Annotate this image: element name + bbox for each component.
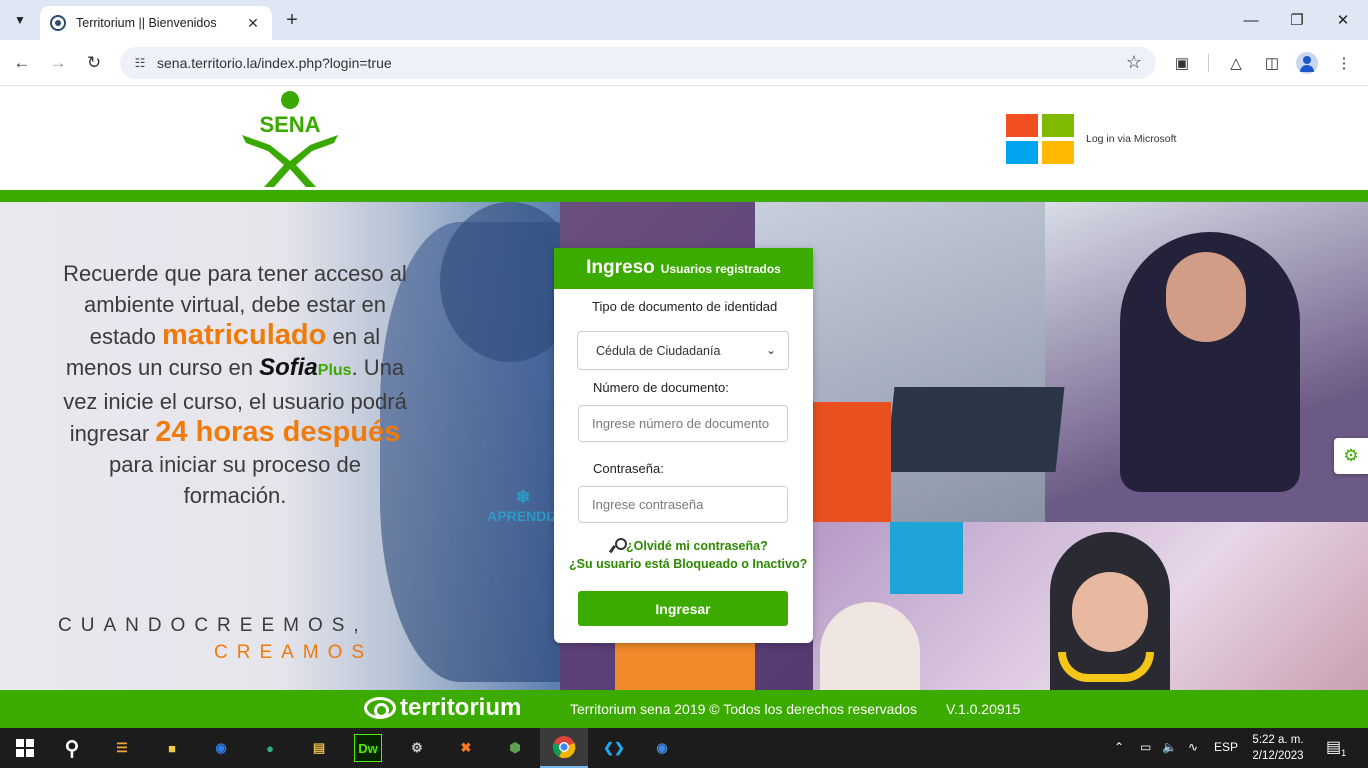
blocked-user-link[interactable]: ¿Su usuario está Bloqueado o Inactivo? — [569, 557, 807, 571]
notifications-icon[interactable]: ▤1 — [1326, 737, 1346, 758]
password-label: Contraseña: — [593, 461, 664, 476]
territorium-eye-icon — [364, 697, 396, 719]
browser-tab[interactable]: Territorium || Bienvenidos ✕ — [40, 6, 272, 40]
doc-number-input[interactable] — [578, 405, 788, 442]
login-title: Ingreso — [586, 257, 655, 278]
promo-highlight-matriculado: matriculado — [161, 319, 327, 351]
labs-flask-icon[interactable]: △ — [1224, 51, 1248, 75]
layers-app-icon[interactable]: ☰ — [108, 734, 136, 762]
side-panel-icon[interactable]: ◫ — [1260, 51, 1284, 75]
forward-icon[interactable]: → — [46, 51, 70, 75]
system-clock[interactable]: 5:22 a. m. 2/12/2023 — [1250, 732, 1306, 764]
clock-date: 2/12/2023 — [1252, 750, 1304, 762]
dreamweaver-icon[interactable]: Dw — [354, 734, 382, 762]
maps-pin-icon[interactable]: ◉ — [207, 734, 235, 762]
close-tab-icon[interactable]: ✕ — [244, 15, 262, 32]
wifi-icon[interactable]: ∿ — [1188, 740, 1198, 754]
document-app-icon[interactable]: ▤ — [305, 734, 333, 762]
doc-type-value: Cédula de Ciudadanía — [596, 344, 721, 358]
reload-icon[interactable]: ↻ — [82, 51, 106, 75]
windows-start-icon[interactable] — [11, 734, 39, 762]
windows-taskbar: ⚲ ☰ ■ ◉ ● ▤ Dw ⚙ ✖ ⬢ ❮❯ ◉ ⌃ ▭ 🔈 ∿ ESP 5:… — [0, 728, 1368, 768]
doc-type-label: Tipo de documento de identidad — [592, 299, 778, 314]
browser-toolbar: ← → ↻ ☷ sena.territorio.la/index.php?log… — [0, 40, 1368, 86]
login-subtitle: Usuarios registrados — [660, 262, 781, 276]
login-header: Ingreso Usuarios registrados — [554, 248, 813, 289]
microsoft-login-button[interactable]: Log in via Microsoft — [1006, 114, 1202, 164]
microsoft-login-label: Log in via Microsoft — [1086, 133, 1177, 145]
promo-highlight-24h: 24 horas después — [155, 416, 401, 448]
key-icon — [608, 538, 627, 552]
menu-kebab-icon[interactable]: ⋮ — [1332, 51, 1356, 75]
language-indicator[interactable]: ESP — [1214, 740, 1238, 754]
sofiaplus-logo: SofiaPlus — [259, 354, 352, 381]
restore-icon[interactable]: ❐ — [1282, 8, 1312, 32]
vscode-icon[interactable]: ❮❯ — [600, 734, 628, 762]
header-divider — [0, 190, 1368, 202]
site-footer: territorium Territorium sena 2019 © Todo… — [0, 690, 1368, 728]
sena-logo-text: SENA — [259, 112, 320, 137]
file-explorer-icon[interactable]: ■ — [158, 734, 186, 762]
site-header: SENA Log in via Microsoft — [0, 87, 1368, 190]
xampp-icon[interactable]: ✖ — [452, 734, 480, 762]
settings-gear-icon[interactable]: ⚙ — [1334, 438, 1368, 474]
battery-icon[interactable]: ▭ — [1140, 740, 1151, 754]
promo-message: Recuerde que para tener acceso al ambien… — [60, 258, 410, 511]
url-text[interactable]: sena.territorio.la/index.php?login=true — [157, 55, 392, 71]
doc-type-select[interactable]: Cédula de Ciudadanía ⌄ — [577, 331, 789, 370]
login-submit-button[interactable]: Ingresar — [578, 591, 788, 626]
copyright-text: Territorium sena 2019 © Todos los derech… — [570, 701, 918, 717]
settings-tools-icon[interactable]: ⚙ — [403, 734, 431, 762]
aprendiz-shirt-logo: ❄ APRENDIZ — [487, 487, 559, 524]
close-window-icon[interactable]: ✕ — [1328, 8, 1358, 32]
new-tab-icon[interactable]: + — [280, 8, 304, 32]
thunderbird-icon[interactable]: ◉ — [648, 734, 676, 762]
sena-logo: SENA — [242, 91, 338, 187]
microsoft-logo-icon — [1006, 114, 1076, 164]
promo-line4: para iniciar su proceso de formación. — [109, 452, 361, 508]
tab-search-chevron-icon[interactable]: ▼ — [8, 8, 32, 32]
search-icon[interactable]: ⚲ — [58, 734, 86, 762]
slogan-top: CUANDOCREEMOS, — [58, 615, 368, 636]
doc-number-label: Número de documento: — [593, 380, 729, 395]
login-card: Ingreso Usuarios registrados Tipo de doc… — [554, 248, 813, 643]
password-input[interactable] — [578, 486, 788, 523]
tray-chevron-up-icon[interactable]: ⌃ — [1114, 740, 1124, 754]
toolbar-separator — [1208, 54, 1209, 72]
territorium-favicon-icon — [50, 15, 66, 31]
gitkraken-icon[interactable]: ● — [256, 734, 284, 762]
browser-tab-strip: ▼ Territorium || Bienvenidos ✕ + — ❐ ✕ — [0, 0, 1368, 40]
chevron-down-icon: ⌄ — [765, 343, 776, 357]
version-text: V.1.0.20915 — [946, 701, 1021, 717]
chrome-taskbar-icon[interactable] — [540, 728, 588, 768]
territorium-brand: territorium — [364, 694, 521, 722]
slogan-bottom: CREAMOS — [214, 642, 374, 663]
minimize-icon[interactable]: — — [1236, 8, 1266, 32]
tab-title: Territorium || Bienvenidos — [76, 16, 217, 30]
bookmark-star-icon[interactable]: ☆ — [1126, 52, 1142, 73]
back-icon[interactable]: ← — [10, 51, 34, 75]
extensions-icon[interactable]: ▣ — [1170, 51, 1194, 75]
nodejs-icon[interactable]: ⬢ — [501, 734, 529, 762]
clock-time: 5:22 a. m. — [1252, 734, 1304, 746]
volume-icon[interactable]: 🔈 — [1162, 740, 1177, 754]
profile-avatar-icon[interactable] — [1296, 52, 1318, 74]
brand-name: territorium — [400, 694, 522, 721]
forgot-password-link[interactable]: ¿Olvidé mi contraseña? — [608, 538, 768, 553]
address-bar[interactable]: ☷ sena.territorio.la/index.php?login=tru… — [120, 47, 1156, 79]
site-info-icon[interactable]: ☷ — [132, 55, 148, 71]
